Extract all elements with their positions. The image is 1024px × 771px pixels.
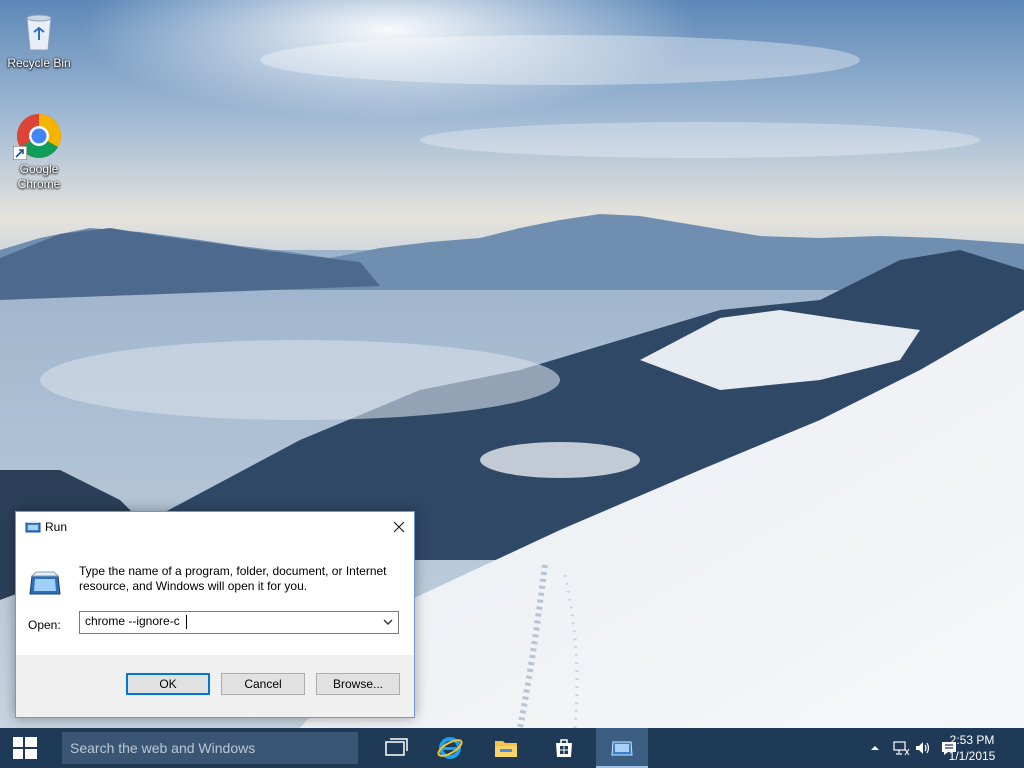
desktop-icon-google-chrome[interactable]: Google Chrome — [1, 112, 77, 192]
recycle-bin-icon — [15, 6, 63, 54]
system-tray: 2:53 PM 1/1/2015 — [844, 728, 1024, 768]
desktop-icon-recycle-bin[interactable]: Recycle Bin — [1, 6, 77, 71]
run-icon — [611, 741, 633, 756]
open-input[interactable] — [85, 614, 365, 628]
search-placeholder: Search the web and Windows — [70, 740, 256, 756]
shortcut-arrow-icon — [13, 146, 27, 160]
run-dialog-titlebar[interactable]: Run — [16, 512, 414, 542]
evaluation-watermark: Windows 10 Pro Technical Preview Evaluat… — [832, 694, 1019, 730]
network-icon[interactable] — [892, 740, 910, 756]
task-view-button[interactable] — [372, 728, 420, 768]
run-program-icon — [29, 571, 61, 595]
volume-icon[interactable] — [914, 740, 932, 756]
browse-button[interactable]: Browse... — [316, 673, 400, 695]
run-dialog: Run Type the name of a program, folder, … — [15, 511, 415, 718]
chrome-icon — [13, 112, 63, 160]
close-icon — [393, 521, 405, 533]
search-box[interactable]: Search the web and Windows — [62, 732, 358, 764]
desktop-icon-label: Google Chrome — [17, 162, 61, 191]
internet-explorer-icon — [437, 737, 463, 759]
taskbar: Search the web and Windows 2:53 PM 1/1/2… — [0, 728, 1024, 768]
open-label: Open: — [28, 618, 61, 632]
run-taskbar-button[interactable] — [596, 728, 648, 768]
run-dialog-title: Run — [45, 520, 68, 534]
run-dialog-description: Type the name of a program, folder, docu… — [79, 564, 387, 593]
task-view-icon — [385, 738, 408, 756]
windows-logo-icon — [13, 737, 37, 759]
clock-date: 1/1/2015 — [948, 749, 996, 763]
ok-button[interactable]: OK — [126, 673, 210, 695]
internet-explorer-button[interactable] — [426, 728, 474, 768]
run-dialog-footer: OK Cancel Browse... — [16, 655, 414, 717]
watermark-line-1: Windows 10 Pro Technical Preview — [832, 696, 1019, 710]
clock-time: 2:53 PM — [949, 733, 995, 747]
text-caret — [186, 615, 187, 629]
run-dialog-body: Type the name of a program, folder, docu… — [16, 542, 414, 655]
store-button[interactable] — [540, 728, 588, 768]
file-explorer-button[interactable] — [482, 728, 530, 768]
store-icon — [556, 739, 572, 757]
file-explorer-icon — [495, 741, 517, 757]
show-hidden-icons-icon[interactable] — [870, 743, 880, 753]
clock[interactable]: 2:53 PM 1/1/2015 — [942, 732, 1002, 764]
desktop-icon-label: Recycle Bin — [7, 56, 71, 70]
open-combobox[interactable] — [79, 611, 399, 634]
cancel-button[interactable]: Cancel — [221, 673, 305, 695]
start-button[interactable] — [0, 728, 50, 768]
run-icon — [25, 521, 41, 533]
close-button[interactable] — [384, 512, 414, 542]
chevron-down-icon[interactable] — [381, 615, 395, 629]
